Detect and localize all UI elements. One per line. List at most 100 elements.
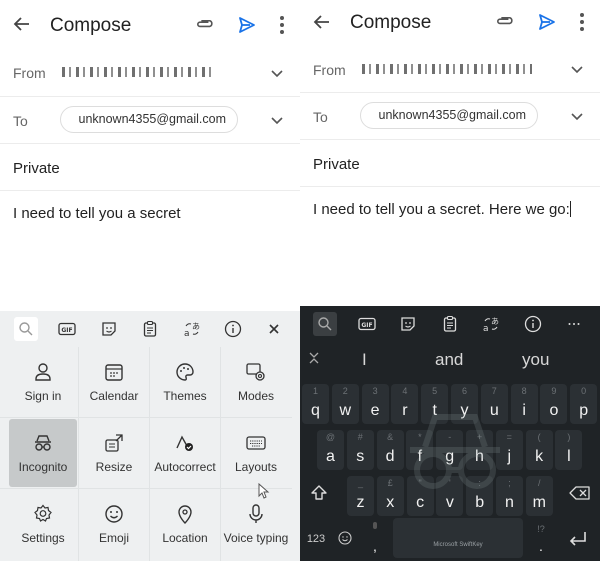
mouse-cursor-icon	[258, 483, 270, 499]
period-key[interactable]: !? .	[528, 520, 554, 558]
grid-item-resize[interactable]: Resize	[78, 418, 150, 488]
chevron-down-icon[interactable]	[270, 113, 284, 127]
key-r[interactable]: 4r	[391, 384, 419, 424]
shift-key[interactable]	[305, 478, 333, 508]
gif-button[interactable]: GIF	[355, 312, 379, 336]
arrow-left-icon	[13, 17, 29, 31]
key-t[interactable]: 5t	[421, 384, 449, 424]
subject-field[interactable]: Private	[13, 160, 60, 177]
grid-item-autocorrect[interactable]: Autocorrect	[149, 418, 221, 488]
send-button[interactable]	[237, 15, 257, 35]
more-options-button[interactable]	[276, 15, 288, 35]
gif-icon: GIF	[58, 322, 76, 336]
key-y[interactable]: 6y	[451, 384, 478, 424]
grid-item-modes[interactable]: Modes	[220, 347, 292, 417]
grid-item-calendar[interactable]: Calendar	[78, 347, 150, 417]
to-row[interactable]: To unknown4355@gmail.com	[300, 93, 600, 140]
body-field[interactable]: I need to tell you a secret	[13, 205, 181, 222]
grid-item-emoji[interactable]: Emoji	[78, 489, 150, 559]
gif-button[interactable]: GIF	[55, 317, 79, 341]
key-secondary-symbol: #	[357, 432, 363, 442]
gif-icon: GIF	[358, 317, 376, 331]
attach-button[interactable]	[197, 15, 217, 35]
key-k[interactable]: (k	[525, 430, 553, 470]
suggestion-3[interactable]: you	[522, 350, 549, 370]
grid-item-sign-in[interactable]: Sign in	[7, 347, 79, 417]
key-c[interactable]: " c	[406, 476, 434, 516]
search-button[interactable]	[14, 317, 38, 341]
translate-button[interactable]: aあ	[479, 312, 503, 336]
info-button[interactable]	[521, 312, 545, 336]
subject-row[interactable]: Private	[300, 140, 600, 187]
palette-icon	[176, 363, 194, 381]
enter-icon	[569, 532, 586, 546]
send-button[interactable]	[537, 12, 557, 32]
backspace-key[interactable]	[566, 478, 596, 508]
space-bar[interactable]: Microsoft SwiftKey	[393, 518, 523, 558]
key-d[interactable]: & d	[376, 430, 404, 470]
info-icon	[224, 320, 242, 338]
back-button[interactable]	[12, 14, 32, 34]
search-button[interactable]	[313, 312, 337, 336]
info-button[interactable]	[221, 317, 245, 341]
body-field[interactable]: I need to tell you a secret. Here we go:	[313, 201, 571, 218]
grid-item-settings[interactable]: Settings	[7, 489, 79, 559]
from-row[interactable]: From	[0, 50, 300, 97]
recipient-chip[interactable]: unknown4355@gmail.com	[60, 106, 238, 133]
app-bar: Compose	[300, 0, 600, 50]
close-toolbar-button[interactable]	[262, 317, 286, 341]
recipient-chip[interactable]: unknown4355@gmail.com	[360, 102, 538, 129]
key-l[interactable]: ) l	[555, 430, 583, 470]
chevron-down-icon[interactable]	[270, 66, 284, 80]
collapse-icon[interactable]	[308, 350, 320, 366]
key-b[interactable]: :b	[466, 476, 494, 516]
back-button[interactable]	[312, 12, 332, 32]
key-v[interactable]: ' v	[436, 476, 464, 516]
grid-item-incognito[interactable]: Incognito	[9, 419, 77, 487]
key-u[interactable]: 7u	[480, 384, 508, 424]
key-e[interactable]: 3e	[361, 384, 389, 424]
sticker-button[interactable]	[396, 312, 420, 336]
chevron-down-icon[interactable]	[570, 62, 584, 76]
suggestion-2[interactable]: and	[435, 350, 463, 370]
suggestion-1[interactable]: I	[362, 350, 367, 370]
key-letter: k	[535, 448, 544, 465]
translate-button[interactable]: aあ	[180, 317, 204, 341]
key-i[interactable]: 8i	[510, 384, 538, 424]
grid-item-layouts[interactable]: Layouts	[220, 418, 292, 488]
grid-item-voice-typing[interactable]: Voice typing	[220, 489, 292, 559]
comma-key[interactable]: ,	[362, 520, 388, 558]
key-s[interactable]: # s	[346, 430, 374, 470]
more-options-button[interactable]	[576, 12, 588, 32]
attach-button[interactable]	[497, 12, 517, 32]
more-toolbar-button[interactable]	[562, 312, 586, 336]
key-h[interactable]: + h	[466, 430, 493, 470]
key-p[interactable]: 0p	[570, 384, 598, 424]
chevron-down-icon[interactable]	[570, 109, 584, 123]
key-z[interactable]: _ z	[347, 476, 374, 516]
key-o[interactable]: 9o	[540, 384, 568, 424]
key-x[interactable]: £ x	[376, 476, 404, 516]
numbers-key[interactable]: 123	[302, 524, 330, 554]
incognito-icon	[35, 435, 51, 451]
key-m[interactable]: / m	[525, 476, 553, 516]
to-row[interactable]: To unknown4355@gmail.com	[0, 97, 300, 144]
grid-item-location[interactable]: Location	[149, 489, 221, 559]
subject-field[interactable]: Private	[313, 156, 360, 173]
key-w[interactable]: 2w	[331, 384, 359, 424]
key-q[interactable]: 1q	[302, 384, 329, 424]
subject-row[interactable]: Private	[0, 144, 300, 191]
enter-key[interactable]	[564, 524, 594, 554]
key-j[interactable]: = j	[495, 430, 523, 470]
clipboard-button[interactable]	[138, 317, 162, 341]
emoji-key[interactable]	[332, 524, 358, 554]
clipboard-button[interactable]	[438, 312, 462, 336]
key-a[interactable]: @ a	[317, 430, 344, 470]
key-g[interactable]: -g	[436, 430, 464, 470]
key-n[interactable]: ; n	[496, 476, 523, 516]
from-row[interactable]: From	[300, 46, 600, 93]
grid-item-themes[interactable]: Themes	[149, 347, 221, 417]
sticker-button[interactable]	[97, 317, 121, 341]
key-f[interactable]: * f	[406, 430, 434, 470]
person-icon	[35, 363, 51, 381]
